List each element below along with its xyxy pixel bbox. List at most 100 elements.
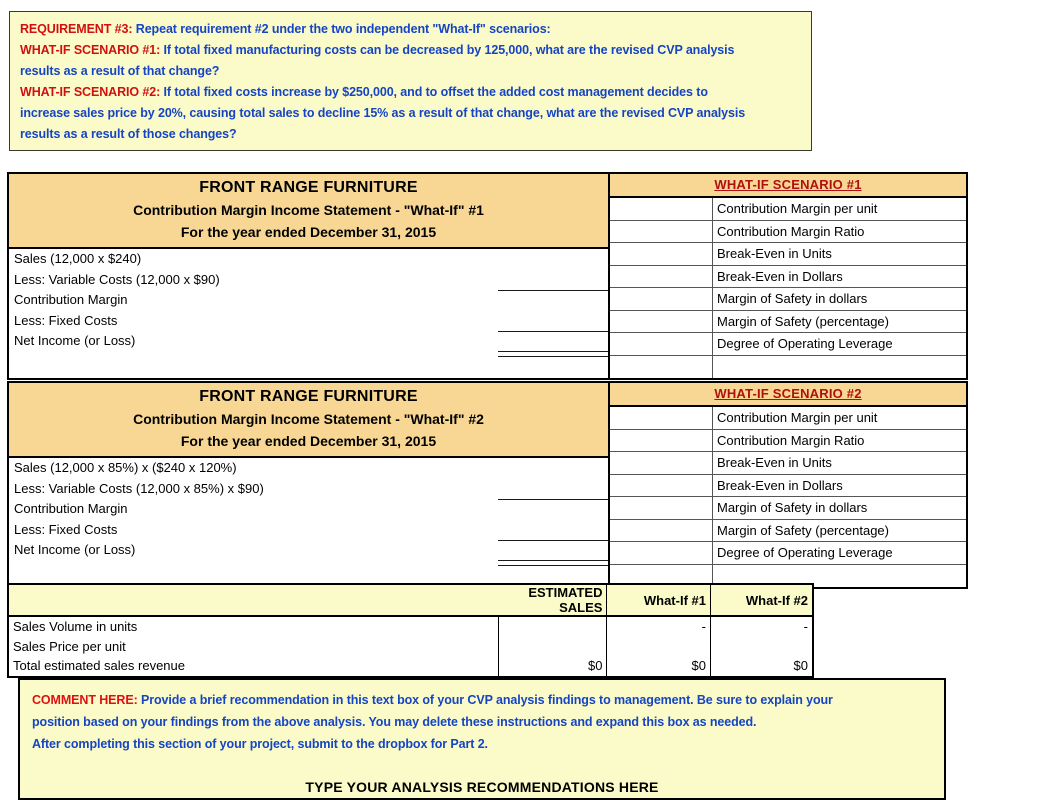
table-row: Sales Volume in units - -: [9, 616, 812, 636]
metric-row: Contribution Margin per unit: [610, 198, 966, 221]
metric-value-operating-leverage[interactable]: [610, 333, 713, 355]
metric-value-mos-percentage[interactable]: [610, 310, 713, 332]
line-item-fixed-costs[interactable]: Less: Fixed Costs: [9, 311, 608, 332]
column-header-whatif-2: What-If #2: [709, 585, 812, 617]
statement-period: For the year ended December 31, 2015: [180, 224, 437, 240]
scenario1-empty-row: [610, 354, 966, 378]
requirement-lead-label: WHAT-IF SCENARIO #1:: [20, 43, 161, 57]
table-row: Total estimated sales revenue $0 $0 $0: [9, 656, 812, 676]
comment-line-text: After completing this section of your pr…: [32, 737, 488, 751]
statement-period: For the year ended December 31, 2015: [180, 433, 437, 449]
metric-label-operating-leverage: Degree of Operating Leverage: [717, 545, 893, 560]
cell-total-revenue-whatif-1[interactable]: $0: [606, 656, 711, 676]
requirement-line-text: increase sales price by 20%, causing tot…: [20, 106, 746, 120]
cell-sales-volume-estimated[interactable]: [497, 616, 607, 636]
total-double-underline-net-income: [498, 351, 608, 357]
requirement-line-text: results as a result of those changes?: [20, 127, 237, 141]
line-item-sales[interactable]: Sales (12,000 x 85%) x ($240 x 120%): [9, 458, 608, 479]
comment-instruction-box[interactable]: COMMENT HERE: Provide a brief recommenda…: [18, 678, 946, 800]
line-item-sales[interactable]: Sales (12,000 x $240): [9, 249, 608, 270]
requirement-line: results as a result of those changes?: [20, 124, 801, 145]
cell-sales-volume-whatif-2[interactable]: -: [709, 616, 812, 636]
column-header-whatif-1: What-If #1: [606, 585, 711, 617]
requirement-line: results as a result of that change?: [20, 61, 801, 82]
cell-sales-volume-whatif-1[interactable]: -: [606, 616, 711, 636]
metric-row: Contribution Margin per unit: [610, 407, 966, 430]
requirement-line-text: Repeat requirement #2 under the two inde…: [132, 22, 551, 36]
column-header-estimated-sales: ESTIMATED SALES: [498, 585, 607, 617]
metric-value-breakeven-units[interactable]: [610, 452, 713, 474]
estimated-sales-table: ESTIMATED SALES What-If #1 What-If #2 Sa…: [7, 583, 814, 678]
metric-value-operating-leverage[interactable]: [610, 542, 713, 564]
metric-row: Margin of Safety (percentage): [610, 310, 966, 333]
metric-label-breakeven-dollars: Break-Even in Dollars: [717, 268, 843, 284]
subtotal-underline-fixed-costs: [498, 331, 608, 332]
metric-value-mos-dollars[interactable]: [610, 497, 713, 519]
cell-sales-price-whatif-2[interactable]: [709, 636, 812, 656]
metric-value-cm-per-unit[interactable]: [610, 198, 713, 220]
total-double-underline-net-income: [498, 560, 608, 566]
requirement-lead-label: WHAT-IF SCENARIO #2:: [20, 85, 161, 99]
line-item-contribution-margin[interactable]: Contribution Margin: [9, 499, 608, 520]
statement-subtitle: Contribution Margin Income Statement - "…: [133, 202, 484, 218]
empty-label-cell: [713, 356, 966, 378]
requirement-line-text: results as a result of that change?: [20, 64, 220, 78]
line-item-net-income[interactable]: Net Income (or Loss): [9, 331, 608, 352]
requirement-line-text: If total fixed manufacturing costs can b…: [160, 43, 735, 57]
metric-value-cm-per-unit[interactable]: [610, 407, 713, 429]
statement2-title-header: FRONT RANGE FURNITURE Contribution Margi…: [9, 383, 608, 458]
metric-label-breakeven-units: Break-Even in Units: [717, 455, 832, 470]
line-item-variable-costs[interactable]: Less: Variable Costs (12,000 x 85%) x $9…: [9, 479, 608, 500]
metric-value-cm-ratio[interactable]: [610, 429, 713, 451]
metric-row: Break-Even in Dollars: [610, 474, 966, 497]
subtotal-underline-variable-costs: [498, 290, 608, 291]
row-label-sales-price: Sales Price per unit: [13, 638, 126, 654]
metric-label-cm-ratio: Contribution Margin Ratio: [717, 223, 865, 239]
metric-label-breakeven-dollars: Break-Even in Dollars: [717, 477, 843, 493]
line-item-variable-costs[interactable]: Less: Variable Costs (12,000 x $90): [9, 270, 608, 291]
metric-row: Break-Even in Units: [610, 452, 966, 475]
metric-row: Contribution Margin Ratio: [610, 429, 966, 452]
metric-row: Break-Even in Dollars: [610, 265, 966, 288]
metric-row: Degree of Operating Leverage: [610, 542, 966, 564]
metric-row: Break-Even in Units: [610, 243, 966, 266]
metric-row: Degree of Operating Leverage: [610, 333, 966, 355]
comment-line-text: Provide a brief recommendation in this t…: [137, 693, 833, 707]
metric-value-cm-ratio[interactable]: [610, 220, 713, 242]
line-item-fixed-costs[interactable]: Less: Fixed Costs: [9, 520, 608, 541]
metric-value-breakeven-dollars[interactable]: [610, 474, 713, 496]
metric-row: Margin of Safety in dollars: [610, 288, 966, 311]
comment-lead-label: COMMENT HERE:: [32, 693, 138, 707]
metric-value-mos-percentage[interactable]: [610, 519, 713, 541]
company-name: FRONT RANGE FURNITURE: [199, 179, 418, 196]
requirement-instruction-box: REQUIREMENT #3: Repeat requirement #2 un…: [9, 11, 812, 151]
cell-total-revenue-whatif-2[interactable]: $0: [709, 656, 812, 676]
metric-label-mos-percentage: Margin of Safety (percentage): [717, 313, 889, 329]
cell-total-revenue-estimated[interactable]: $0: [497, 656, 607, 676]
metric-label-mos-dollars: Margin of Safety in dollars: [717, 500, 868, 515]
statement1-scenario-panel: WHAT-IF SCENARIO #1 Contribution Margin …: [610, 174, 966, 378]
requirement-lead-label: REQUIREMENT #3:: [20, 22, 133, 36]
statement2-scenario-panel: WHAT-IF SCENARIO #2 Contribution Margin …: [610, 383, 966, 587]
metric-value-breakeven-units[interactable]: [610, 243, 713, 265]
contribution-margin-statement-whatif-2: FRONT RANGE FURNITURE Contribution Margi…: [7, 381, 968, 589]
comment-line-text: position based on your findings from the…: [32, 715, 757, 729]
metric-value-mos-dollars[interactable]: [610, 288, 713, 310]
cell-sales-price-estimated[interactable]: [497, 636, 607, 656]
line-item-net-income[interactable]: Net Income (or Loss): [9, 540, 608, 561]
line-item-contribution-margin[interactable]: Contribution Margin: [9, 290, 608, 311]
metric-value-breakeven-dollars[interactable]: [610, 265, 713, 287]
metric-row: Contribution Margin Ratio: [610, 220, 966, 243]
scenario1-header-label: WHAT-IF SCENARIO #1: [714, 177, 862, 192]
scenario1-metric-list: Contribution Margin per unit Contributio…: [610, 198, 966, 355]
type-recommendations-placeholder[interactable]: TYPE YOUR ANALYSIS RECOMMENDATIONS HERE: [32, 779, 932, 795]
table-row: Sales Price per unit: [9, 636, 812, 656]
comment-line: After completing this section of your pr…: [32, 733, 932, 755]
cell-sales-price-whatif-1[interactable]: [606, 636, 711, 656]
empty-value-cell: [610, 355, 713, 378]
statement1-left-panel: FRONT RANGE FURNITURE Contribution Margi…: [9, 174, 610, 378]
table-header-row: ESTIMATED SALES What-If #1 What-If #2: [9, 585, 812, 617]
comment-line: COMMENT HERE: Provide a brief recommenda…: [32, 689, 932, 711]
row-label-sales-volume: Sales Volume in units: [13, 619, 138, 634]
scenario2-header-label: WHAT-IF SCENARIO #2: [714, 386, 862, 401]
